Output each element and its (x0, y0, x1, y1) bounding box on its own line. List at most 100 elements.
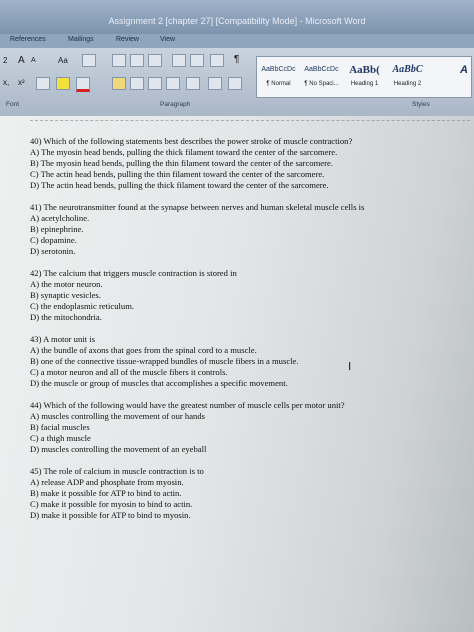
superscript-button[interactable]: x² (18, 78, 25, 87)
answer-option: A) muscles controlling the movement of o… (30, 411, 460, 422)
option-text: the motor neuron. (41, 279, 103, 289)
shrink-font-button[interactable]: A (31, 57, 36, 64)
option-text: the muscle or group of muscles that acco… (41, 378, 288, 388)
answer-option: B) one of the connective tissue-wrapped … (30, 356, 460, 367)
option-letter: C) (30, 301, 39, 311)
option-letter: C) (30, 433, 39, 443)
document-page[interactable]: 40) Which of the following statements be… (0, 116, 474, 632)
answer-option: D) make it possible for ATP to bind to m… (30, 510, 460, 521)
answer-option: C) make it possible for myosin to bind t… (30, 499, 460, 510)
multilevel-list-icon[interactable] (148, 54, 162, 67)
numbering-icon[interactable] (130, 54, 144, 67)
option-letter: B) (30, 356, 39, 366)
style-preview: AaBbCcDc (261, 66, 296, 73)
font-group-label: Font (6, 101, 20, 108)
answer-option: D) The actin head bends, pulling the thi… (30, 180, 460, 191)
word-window: Assignment 2 [chapter 27] [Compatibility… (0, 0, 474, 632)
option-letter: B) (30, 488, 39, 498)
style-heading-1[interactable]: AaBb( Heading 1 (344, 59, 385, 87)
text-effects-icon[interactable] (36, 77, 50, 90)
style-name: ¶ No Spaci... (304, 81, 339, 87)
ribbon: 2 A A Aa x, x² Font ¶ Paragraph AaBbCcDc… (0, 48, 474, 117)
option-letter: C) (30, 235, 39, 245)
option-text: make it possible for ATP to bind to myos… (41, 510, 191, 520)
font-color-icon[interactable] (76, 77, 90, 92)
justify-icon[interactable] (166, 77, 180, 90)
option-letter: A) (30, 279, 40, 289)
option-letter: C) (30, 169, 39, 179)
question-stem: 44) Which of the following would have th… (30, 400, 345, 410)
option-text: The myosin head bends, pulling the thick… (41, 147, 338, 157)
grow-font-button[interactable]: A (18, 55, 25, 66)
answer-option: C) The actin head bends, pulling the thi… (30, 169, 460, 180)
style-name: ¶ Normal (266, 81, 291, 87)
style-heading-2[interactable]: AaBbC Heading 2 (387, 59, 428, 87)
answer-option: A) the bundle of axons that goes from th… (30, 345, 460, 356)
shading-icon[interactable] (208, 77, 222, 90)
tab-references[interactable]: References (10, 36, 46, 43)
answer-option: D) the mitochondria. (30, 312, 460, 323)
align-right-icon[interactable] (148, 77, 162, 90)
option-text: serotonin. (41, 246, 76, 256)
option-text: a thigh muscle (40, 433, 91, 443)
option-letter: B) (30, 158, 39, 168)
tab-mailings[interactable]: Mailings (68, 36, 94, 43)
line-spacing-icon[interactable] (186, 77, 200, 90)
borders-icon[interactable] (228, 77, 242, 90)
highlight-icon[interactable] (56, 77, 70, 90)
title-bar: Assignment 2 [chapter 27] [Compatibility… (0, 0, 474, 34)
question-block: 42) The calcium that triggers muscle con… (30, 268, 460, 323)
option-text: The actin head bends, pulling the thick … (41, 180, 329, 190)
sort-icon[interactable] (210, 54, 224, 67)
answer-option: C) the endoplasmic reticulum. (30, 301, 460, 312)
option-letter: D) (30, 444, 40, 454)
style-more[interactable]: A (430, 59, 468, 81)
styles-gallery: AaBbCcDc ¶ Normal AaBbCcDc ¶ No Spaci...… (256, 56, 472, 98)
subscript-button[interactable]: x, (3, 78, 9, 87)
option-text: The myosin head bends, pulling the thin … (40, 158, 333, 168)
answer-option: D) the muscle or group of muscles that a… (30, 378, 460, 389)
answer-option: C) a motor neuron and all of the muscle … (30, 367, 460, 378)
increase-indent-icon[interactable] (190, 54, 204, 67)
bullets-icon[interactable] (112, 54, 126, 67)
style-no-spacing[interactable]: AaBbCcDc ¶ No Spaci... (301, 59, 342, 87)
question-block: 41) The neurotransmitter found at the sy… (30, 202, 460, 257)
option-text: dopamine. (40, 235, 77, 245)
option-letter: D) (30, 378, 40, 388)
style-name: Heading 2 (393, 81, 422, 87)
answer-option: B) make it possible for ATP to bind to a… (30, 488, 460, 499)
option-text: facial muscles (40, 422, 90, 432)
change-case-button[interactable]: Aa (58, 56, 68, 65)
option-letter: D) (30, 312, 40, 322)
answer-option: B) synaptic vesicles. (30, 290, 460, 301)
answer-option: C) dopamine. (30, 235, 460, 246)
style-preview: AaBbC (392, 64, 423, 75)
question-block: 43) A motor unit is A) the bundle of axon… (30, 334, 460, 389)
option-text: muscles controlling the movement of an e… (41, 444, 207, 454)
style-normal[interactable]: AaBbCcDc ¶ Normal (258, 59, 299, 87)
align-left-icon[interactable] (112, 77, 126, 90)
option-text: acetylcholine. (41, 213, 90, 223)
clear-format-icon[interactable] (82, 54, 96, 67)
style-preview: AaBbCcDc (304, 66, 339, 73)
align-center-icon[interactable] (130, 77, 144, 90)
option-text: a motor neuron and all of the muscle fib… (40, 367, 228, 377)
option-text: muscles controlling the movement of our … (41, 411, 205, 421)
tab-view[interactable]: View (160, 36, 175, 43)
answer-option: C) a thigh muscle (30, 433, 460, 444)
option-text: make it possible for myosin to bind to a… (40, 499, 193, 509)
tab-review[interactable]: Review (116, 36, 139, 43)
show-marks-button[interactable]: ¶ (234, 54, 239, 65)
question-block: 45) The role of calcium in muscle contra… (30, 466, 460, 521)
option-letter: B) (30, 422, 39, 432)
option-text: make it possible for ATP to bind to acti… (40, 488, 182, 498)
question-block: 40) Which of the following statements be… (30, 136, 460, 191)
answer-option: B) The myosin head bends, pulling the th… (30, 158, 460, 169)
decrease-indent-icon[interactable] (172, 54, 186, 67)
font-size-box[interactable]: 2 (3, 56, 7, 65)
option-letter: C) (30, 367, 39, 377)
styles-group-label: Styles (412, 101, 430, 108)
ribbon-tabs: References Mailings Review View (0, 34, 474, 48)
window-title: Assignment 2 [chapter 27] [Compatibility… (108, 16, 366, 26)
question-stem: 45) The role of calcium in muscle contra… (30, 466, 204, 476)
